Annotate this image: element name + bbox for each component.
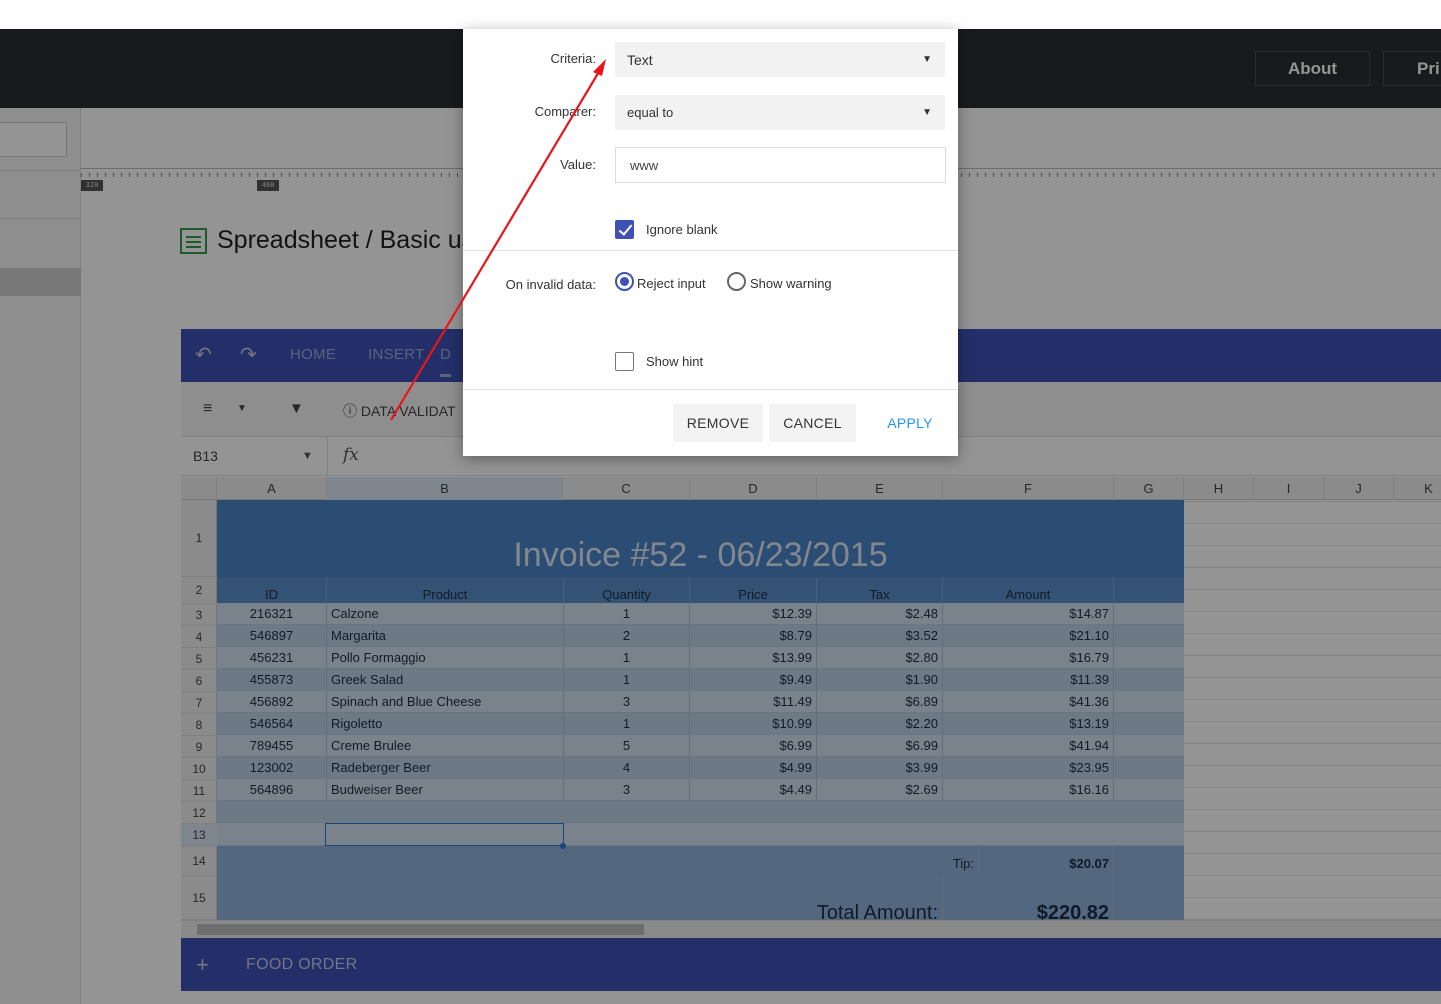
show-warning-label[interactable]: Show warning xyxy=(750,276,832,291)
comparer-value: equal to xyxy=(627,105,674,120)
show-warning-radio[interactable] xyxy=(727,272,746,291)
criteria-select[interactable]: Text ▼ xyxy=(615,42,945,77)
chevron-down-icon: ▼ xyxy=(922,107,932,118)
apply-button[interactable]: APPLY xyxy=(869,404,951,442)
criteria-value: Text xyxy=(627,52,653,68)
remove-button[interactable]: REMOVE xyxy=(673,404,763,442)
data-validation-dialog: Criteria: Text ▼ Comparer: equal to ▼ Va… xyxy=(463,29,958,456)
ignore-blank-label: Ignore blank xyxy=(646,222,718,237)
invalid-data-label: On invalid data: xyxy=(505,277,596,292)
cancel-button[interactable]: CANCEL xyxy=(769,404,856,442)
criteria-label: Criteria: xyxy=(550,51,596,66)
show-hint-checkbox[interactable] xyxy=(615,352,634,371)
value-label: Value: xyxy=(560,157,596,172)
reject-input-radio[interactable] xyxy=(615,272,634,291)
reject-input-label[interactable]: Reject input xyxy=(637,276,706,291)
comparer-label: Comparer: xyxy=(534,104,596,119)
divider xyxy=(463,389,958,390)
value-input[interactable]: www xyxy=(615,147,946,183)
comparer-select[interactable]: equal to ▼ xyxy=(615,95,945,130)
chevron-down-icon: ▼ xyxy=(922,54,932,65)
divider xyxy=(463,250,958,251)
show-hint-label: Show hint xyxy=(646,354,704,369)
ignore-blank-checkbox[interactable] xyxy=(615,220,634,239)
